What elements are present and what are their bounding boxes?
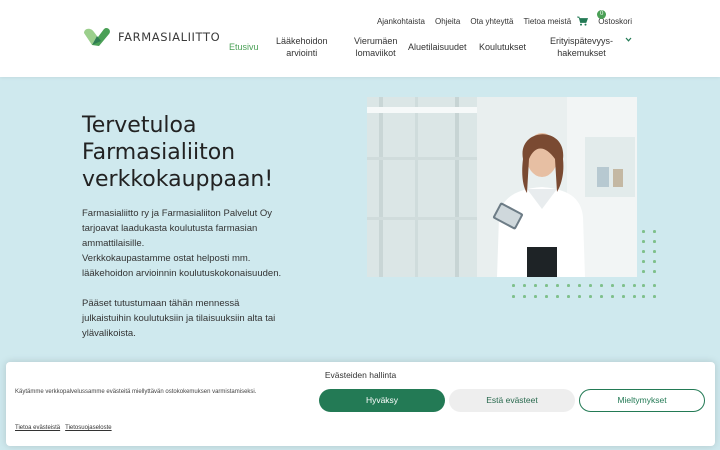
topnav-ota-yhteytta[interactable]: Ota yhteyttä [470,17,513,26]
nav-label: lomaviikot [355,48,396,58]
consent-description: Käytämme verkkopalvelussamme evästeitä m… [15,389,257,395]
top-navigation: Ajankohtaista Ohjeita Ota yhteyttä Tieto… [367,10,632,26]
nav-label: arviointi [286,48,318,58]
hero-title-line: verkkokauppaan! [82,167,274,192]
nav-koulutukset[interactable]: Koulutukset [479,41,526,53]
hero-text-line: Farmasialiitto ry ja Farmasialiiton Palv… [82,208,273,219]
hero-text-line: tarjoavat laadukasta koulutusta farmasia… [82,223,258,234]
consent-title: Evästeiden hallinta [324,370,397,380]
topnav-ajankohtaista[interactable]: Ajankohtaista [377,17,425,26]
nav-label: Vierumäen [354,36,398,46]
hero-text-line: ylävalikoista. [82,328,136,339]
nav-label: Etusivu [229,42,259,52]
hero-photo [367,97,637,277]
nav-erityispatevyyshakemukset[interactable]: Erityispätevyys- hakemukset [550,35,613,59]
hero-intro-paragraph: Farmasialiitto ry ja Farmasialiiton Palv… [82,206,322,281]
hero-title: Tervetuloa Farmasialiiton verkkokauppaan… [82,112,342,193]
hero-text-line: Pääset tutustumaan tähän mennessä [82,298,240,309]
privacy-policy-link[interactable]: Tietosuojaseloste [65,425,111,431]
nav-label: Koulutukset [479,42,527,52]
nav-aluetilaisuudet[interactable]: Aluetilaisuudet [408,41,467,53]
hero-text-line: julkaistuihin koulutuksiin ja tilaisuuks… [82,313,276,324]
cookie-consent-banner: Evästeiden hallinta Käytämme verkkopalve… [6,362,715,446]
site-header: FARMASIALIITTO Ajankohtaista Ohjeita Ota… [0,0,720,77]
hero-text-line: lääkehoidon arvioinnin koulutuskokonaisu… [82,268,282,279]
cookie-preferences-button[interactable]: Mieltymykset [579,389,705,412]
pharmacist-photo-illustration [367,97,637,277]
cookie-info-link[interactable]: Tietoa evästeistä [15,425,60,431]
chevron-down-icon[interactable] [625,37,632,42]
nav-vierumaen-lomaviikot[interactable]: Vierumäen lomaviikot [354,35,397,59]
consent-links: Tietoa evästeistä Tietosuojaseloste [15,425,117,431]
nav-laakehoidon-arviointi[interactable]: Lääkehoidon arviointi [276,35,328,59]
nav-label: hakemukset [557,48,606,58]
hero-secondary-paragraph: Pääset tutustumaan tähän mennessä julkai… [82,296,322,341]
cart-icon [577,16,589,26]
hero-title-line: Tervetuloa [82,113,197,138]
logo-text: FARMASIALIITTO [118,30,221,44]
hero-text-line: ammattilaisille. [82,238,145,249]
hero-text-line: Verkkokaupastamme ostat helposti mm. [82,253,251,264]
deny-cookies-button[interactable]: Estä evästeet [449,389,575,412]
topnav-tietoa-meista[interactable]: Tietoa meistä [523,17,571,26]
accept-cookies-button[interactable]: Hyväksy [319,389,445,412]
nav-label: Erityispätevyys- [550,36,614,46]
nav-label: Lääkehoidon [276,36,328,46]
nav-label: Aluetilaisuudet [408,42,467,52]
nav-etusivu[interactable]: Etusivu [229,41,259,53]
topnav-ohjeita[interactable]: Ohjeita [435,17,460,26]
cart-link[interactable]: 0 Ostoskori [577,10,632,26]
logo[interactable]: FARMASIALIITTO [82,27,220,47]
hero-title-line: Farmasialiiton [82,140,236,165]
logo-heart-icon [84,27,110,46]
